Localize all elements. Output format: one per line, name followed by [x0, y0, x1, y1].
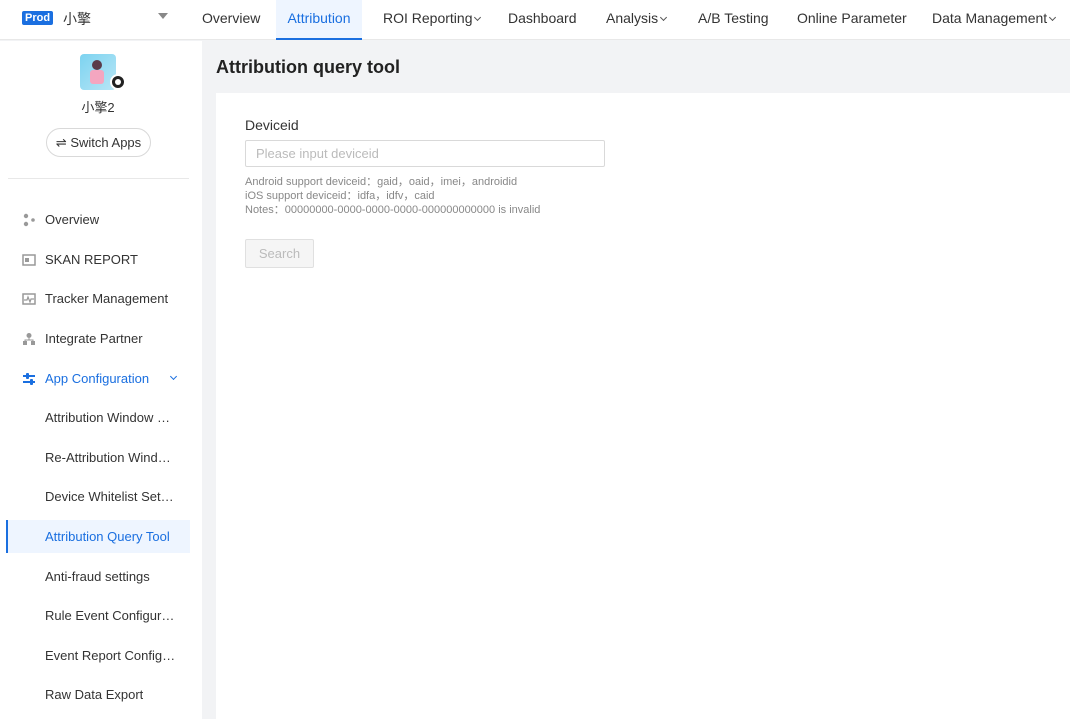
nav-label: Dashboard — [508, 10, 577, 26]
switch-apps-button[interactable]: ⇌ Switch Apps — [46, 128, 151, 157]
sidebar-subitem-label: Raw Data Export — [45, 687, 144, 702]
overview-icon — [22, 213, 36, 227]
android-hint: Android support deviceid：gaid，oaid，imei，… — [245, 176, 518, 188]
notes-hint: Notes：00000000-0000-0000-0000-0000000000… — [245, 204, 541, 216]
top-nav-bar: Prod 小擎 Overview Attribution ROI Reporti… — [0, 0, 1070, 40]
sidebar-subitem-device-whitelist[interactable]: Device Whitelist Settings — [0, 480, 190, 513]
nav-attribution[interactable]: Attribution — [276, 0, 362, 40]
sidebar-divider — [8, 178, 189, 179]
nav-label: A/B Testing — [698, 10, 769, 26]
switch-icon: ⇌ — [55, 135, 67, 150]
app-selector-label[interactable]: 小擎 — [63, 9, 91, 29]
ios-hint: iOS support deviceid：idfa，idfv，caid — [245, 190, 435, 202]
deviceid-input[interactable] — [245, 140, 605, 167]
sidebar-subitem-re-attribution-window[interactable]: Re-Attribution Window Configuration — [0, 441, 190, 474]
nav-dashboard[interactable]: Dashboard — [508, 0, 577, 40]
sidebar-subitem-event-report-config[interactable]: Event Report Configuration — [0, 639, 190, 672]
sidebar-item-label: Integrate Partner — [45, 331, 143, 346]
sidebar-item-app-configuration[interactable]: App Configuration — [0, 362, 190, 395]
sidebar-item-integrate-partner[interactable]: Integrate Partner — [0, 322, 190, 355]
sidebar-subitem-rule-event-config[interactable]: Rule Event Configuration — [0, 599, 190, 632]
nav-roi-reporting[interactable]: ROI Reporting — [383, 0, 482, 40]
sidebar-item-tracker-management[interactable]: Tracker Management — [0, 282, 190, 315]
tracker-icon — [22, 292, 36, 306]
sidebar-subitem-label: Re-Attribution Window Configuration — [45, 450, 177, 465]
sidebar: 小擎2 ⇌ Switch Apps Overview SKAN REPORT T… — [0, 41, 202, 719]
sidebar-subitem-label: Device Whitelist Settings — [45, 489, 177, 504]
skan-report-icon — [22, 253, 36, 267]
sidebar-app-name: 小擎2 — [81, 100, 115, 115]
sidebar-item-overview[interactable]: Overview — [0, 203, 190, 236]
apple-platform-icon — [110, 74, 126, 90]
sidebar-subitem-attribution-query-tool[interactable]: Attribution Query Tool — [6, 520, 190, 553]
nav-data-management[interactable]: Data Management — [932, 0, 1057, 40]
nav-overview[interactable]: Overview — [202, 0, 260, 40]
search-button[interactable]: Search — [245, 239, 314, 268]
sidebar-subitem-attribution-window[interactable]: Attribution Window Configuration — [0, 401, 190, 434]
sidebar-item-label: Overview — [45, 212, 100, 227]
chevron-down-icon — [474, 13, 482, 22]
nav-label: Analysis — [606, 10, 659, 26]
sidebar-subitem-label: Rule Event Configuration — [45, 608, 177, 623]
deviceid-label: Deviceid — [245, 117, 299, 133]
sidebar-subitem-label: Attribution Window Configuration — [45, 410, 177, 425]
app-selector-dropdown-icon[interactable] — [158, 13, 168, 19]
nav-online-parameter[interactable]: Online Parameter — [797, 0, 907, 40]
nav-label: Data Management — [932, 10, 1048, 26]
partner-icon — [22, 332, 36, 346]
sidebar-item-label: SKAN REPORT — [45, 252, 138, 267]
chevron-down-icon — [660, 13, 668, 22]
settings-sliders-icon — [22, 372, 36, 386]
sidebar-item-label: Tracker Management — [45, 291, 169, 306]
nav-analysis[interactable]: Analysis — [606, 0, 668, 40]
sidebar-subitem-raw-data-export[interactable]: Raw Data Export — [0, 678, 190, 711]
sidebar-item-label: App Configuration — [45, 371, 150, 386]
nav-label: Online Parameter — [797, 10, 907, 26]
nav-label: Attribution — [287, 10, 351, 26]
nav-ab-testing[interactable]: A/B Testing — [698, 0, 769, 40]
nav-label: ROI Reporting — [383, 10, 473, 26]
sidebar-item-skan-report[interactable]: SKAN REPORT — [0, 243, 190, 276]
chevron-down-icon — [1049, 13, 1057, 22]
sidebar-subitem-label: Event Report Configuration — [45, 648, 177, 663]
sidebar-subitem-label: Attribution Query Tool — [45, 529, 170, 544]
env-badge: Prod — [22, 11, 54, 25]
sidebar-subitem-label: Anti-fraud settings — [45, 569, 150, 584]
nav-label: Overview — [202, 10, 261, 26]
sidebar-subitem-anti-fraud[interactable]: Anti-fraud settings — [0, 560, 190, 593]
page-title: Attribution query tool — [216, 57, 400, 77]
chevron-down-icon[interactable] — [170, 372, 178, 381]
switch-apps-label: Switch Apps — [70, 135, 142, 150]
